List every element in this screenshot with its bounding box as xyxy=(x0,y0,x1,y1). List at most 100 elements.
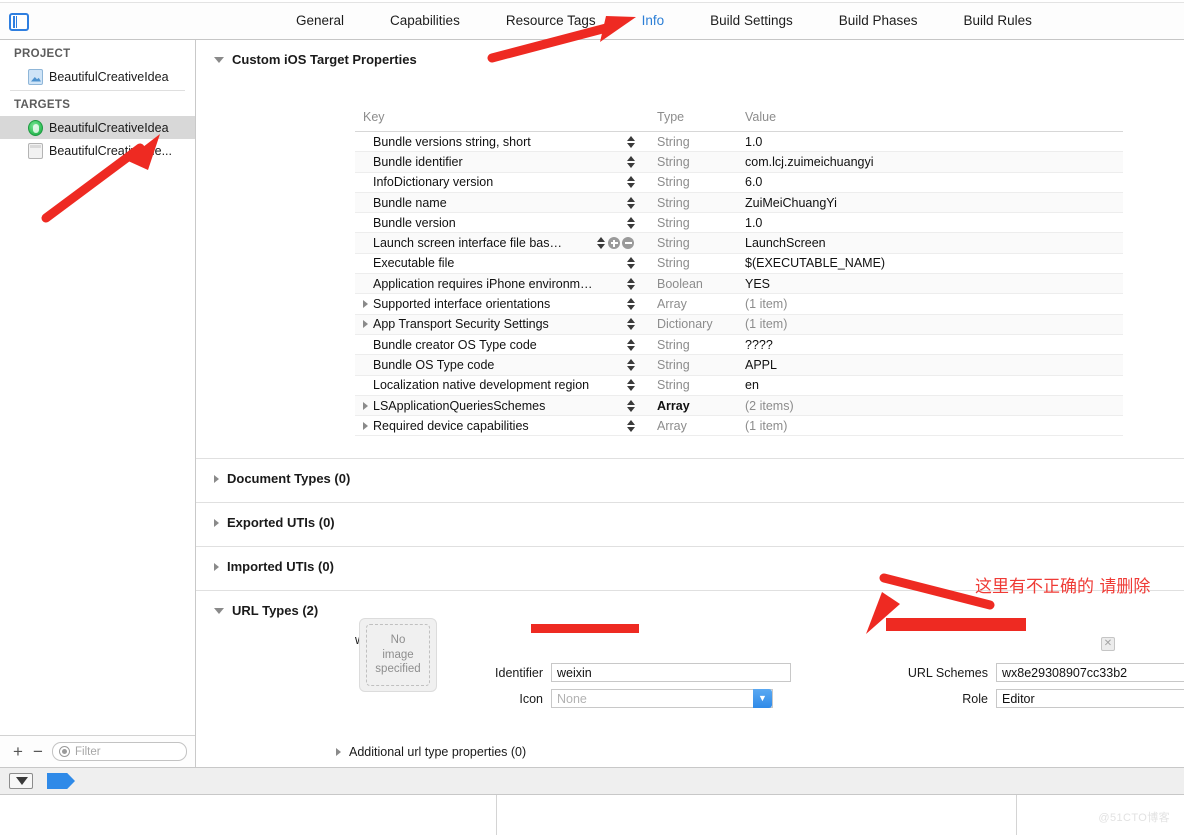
row-stepper-icon[interactable] xyxy=(597,236,606,250)
row-stepper-icon[interactable] xyxy=(627,378,636,392)
table-row[interactable]: Bundle creator OS Type code String???? xyxy=(355,335,1123,356)
tab-general[interactable]: General xyxy=(296,13,344,28)
table-row[interactable]: Bundle identifier String com.lcj.zuimeichu… xyxy=(355,152,1123,173)
sidebar-item-target-app[interactable]: BeautifulCreativeIdea xyxy=(0,116,195,139)
row-stepper-icon[interactable] xyxy=(627,256,636,270)
section-exported-utis[interactable]: Exported UTIs (0) xyxy=(196,502,1184,540)
table-row[interactable]: Application requires iPhone environm… Boo… xyxy=(355,274,1123,295)
chevron-right-icon[interactable] xyxy=(336,748,341,756)
tab-build-rules[interactable]: Build Rules xyxy=(964,13,1032,28)
row-stepper-icon[interactable] xyxy=(627,419,636,433)
table-row[interactable]: Supported interface orientations Array (1 … xyxy=(355,294,1123,315)
sidebar-item-project[interactable]: BeautifulCreativeIdea xyxy=(0,65,195,88)
cell-value[interactable]: LaunchScreen xyxy=(745,236,1123,250)
chevron-right-icon[interactable] xyxy=(363,401,368,410)
section-document-types[interactable]: Document Types (0) xyxy=(196,458,1184,496)
row-stepper-icon[interactable] xyxy=(627,155,636,169)
add-row-button[interactable] xyxy=(608,237,620,250)
table-row[interactable]: App Transport Security Settings Dictionar… xyxy=(355,314,1123,335)
cell-value[interactable]: ???? xyxy=(745,338,1123,352)
filter-toggle-icon[interactable] xyxy=(9,773,33,789)
cell-value[interactable]: 1.0 xyxy=(745,135,1123,149)
cell-type[interactable]: String xyxy=(657,358,745,372)
cell-value[interactable]: en xyxy=(745,378,1123,392)
cell-value[interactable]: YES xyxy=(745,277,1123,291)
row-stepper-icon[interactable] xyxy=(627,175,636,189)
tab-build-phases[interactable]: Build Phases xyxy=(839,13,918,28)
delete-url-type-button[interactable]: ✕ xyxy=(1101,637,1115,651)
row-stepper-icon[interactable] xyxy=(627,358,636,372)
tab-info[interactable]: Info xyxy=(642,13,665,28)
chevron-right-icon[interactable] xyxy=(214,474,219,483)
cell-value[interactable]: 6.0 xyxy=(745,175,1123,189)
row-stepper-icon[interactable] xyxy=(627,317,636,331)
chevron-down-icon[interactable] xyxy=(214,56,224,63)
tab-capabilities[interactable]: Capabilities xyxy=(390,13,460,28)
cell-type[interactable]: String xyxy=(657,216,745,230)
url-schemes-input[interactable]: wx8e29308907cc33b2 xyxy=(996,663,1184,682)
chevron-right-icon[interactable] xyxy=(214,562,219,571)
table-row[interactable]: Bundle name String ZuiMeiChuangYi xyxy=(355,192,1123,214)
section-url-types[interactable]: URL Types (2) xyxy=(196,590,1184,628)
cell-value[interactable]: ZuiMeiChuangYi xyxy=(745,196,1123,210)
table-row[interactable]: LSApplicationQueriesSchemes Array (2 items… xyxy=(355,395,1123,417)
identifier-input[interactable]: weixin xyxy=(551,663,791,682)
table-row[interactable]: Bundle OS Type code String APPL xyxy=(355,355,1123,376)
cell-type[interactable]: Dictionary xyxy=(657,317,745,331)
row-stepper-icon[interactable] xyxy=(627,196,636,210)
cell-type[interactable]: Array xyxy=(657,419,745,433)
chevron-down-icon[interactable] xyxy=(214,607,224,614)
cell-type[interactable]: Boolean xyxy=(657,277,745,291)
cell-type[interactable]: String xyxy=(657,155,745,169)
custom-properties-header[interactable]: Custom iOS Target Properties xyxy=(196,40,1184,77)
breakpoint-tag-icon[interactable] xyxy=(47,773,75,789)
cell-value[interactable]: (1 item) xyxy=(745,297,1123,311)
cell-type[interactable]: String xyxy=(657,196,745,210)
cell-value[interactable]: $(EXECUTABLE_NAME) xyxy=(745,256,1123,270)
sidebar-item-target-tests[interactable]: BeautifulCreativeIde... xyxy=(0,139,195,162)
cell-type[interactable]: Array xyxy=(657,297,745,311)
cell-value[interactable]: (1 item) xyxy=(745,419,1123,433)
table-row[interactable]: Localization native development region St… xyxy=(355,376,1123,396)
table-row[interactable]: Required device capabilities Array (1 item… xyxy=(355,416,1123,437)
table-row[interactable]: Launch screen interface file bas… String L… xyxy=(355,233,1123,254)
role-dropdown[interactable]: Editor ▲ ▼ xyxy=(996,689,1184,708)
table-row[interactable]: Executable file String $(EXECUTABLE_NAME) xyxy=(355,254,1123,275)
table-row[interactable]: Bundle versions string, short String 1.0 xyxy=(355,132,1123,153)
table-row[interactable]: Bundle version String 1.0 xyxy=(355,213,1123,234)
row-stepper-icon[interactable] xyxy=(627,297,636,311)
cell-type[interactable]: String xyxy=(657,236,745,250)
cell-type[interactable]: String xyxy=(657,135,745,149)
tab-resource-tags[interactable]: Resource Tags xyxy=(506,13,596,28)
additional-url-properties-header[interactable]: Additional url type properties (0) xyxy=(336,745,526,759)
url-type-icon-well[interactable]: No image specified xyxy=(359,618,437,692)
table-row[interactable]: InfoDictionary version String 6.0 xyxy=(355,173,1123,193)
chevron-right-icon[interactable] xyxy=(363,320,368,329)
row-stepper-icon[interactable] xyxy=(627,135,636,149)
cell-value[interactable]: APPL xyxy=(745,358,1123,372)
icon-dropdown[interactable]: None ▼ xyxy=(551,689,773,708)
chevron-right-icon[interactable] xyxy=(214,518,219,527)
remove-row-button[interactable] xyxy=(622,237,634,250)
add-target-button[interactable]: + xyxy=(8,743,28,760)
cell-value[interactable]: com.lcj.zuimeichuangyi xyxy=(745,155,1123,169)
cell-type[interactable]: Array xyxy=(657,399,745,413)
row-stepper-icon[interactable] xyxy=(627,338,636,352)
chevron-right-icon[interactable] xyxy=(363,300,368,309)
cell-type[interactable]: String xyxy=(657,256,745,270)
row-stepper-icon[interactable] xyxy=(627,277,636,291)
tab-build-settings[interactable]: Build Settings xyxy=(710,13,793,28)
row-stepper-icon[interactable] xyxy=(627,216,636,230)
cell-type[interactable]: String xyxy=(657,338,745,352)
project-navigator-icon[interactable] xyxy=(9,13,29,31)
row-stepper-icon[interactable] xyxy=(627,399,636,413)
chevron-right-icon[interactable] xyxy=(363,421,368,430)
cell-type[interactable]: String xyxy=(657,378,745,392)
cell-value[interactable]: (1 item) xyxy=(745,317,1123,331)
cell-value[interactable]: (2 items) xyxy=(745,399,1123,413)
remove-target-button[interactable]: − xyxy=(28,743,48,760)
chevron-down-icon[interactable]: ▼ xyxy=(753,689,772,708)
cell-value[interactable]: 1.0 xyxy=(745,216,1123,230)
sidebar-filter-field[interactable]: Filter xyxy=(52,742,187,761)
cell-type[interactable]: String xyxy=(657,175,745,189)
